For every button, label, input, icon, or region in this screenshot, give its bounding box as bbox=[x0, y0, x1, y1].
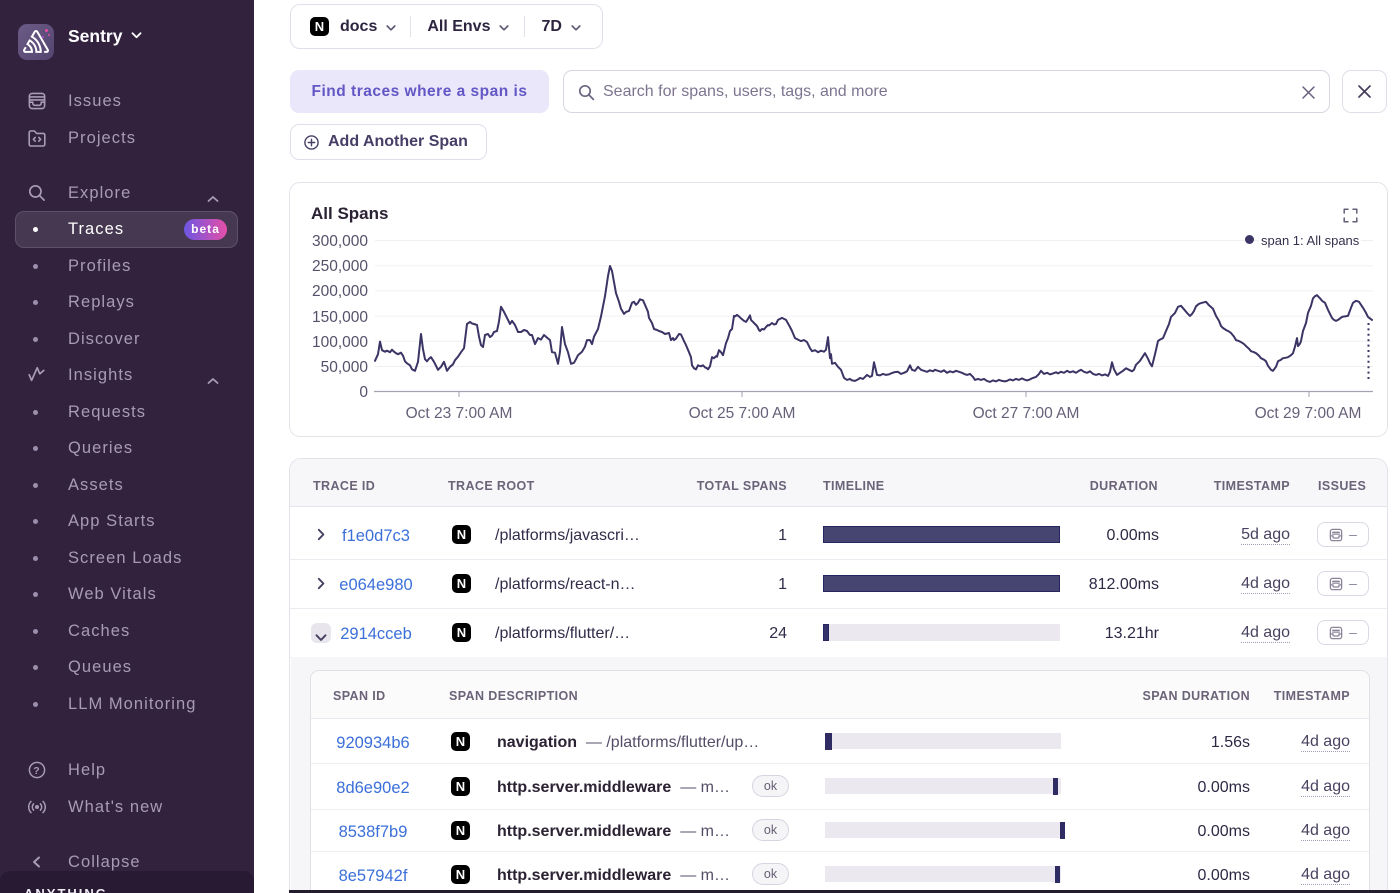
svg-text:?: ? bbox=[33, 765, 40, 777]
